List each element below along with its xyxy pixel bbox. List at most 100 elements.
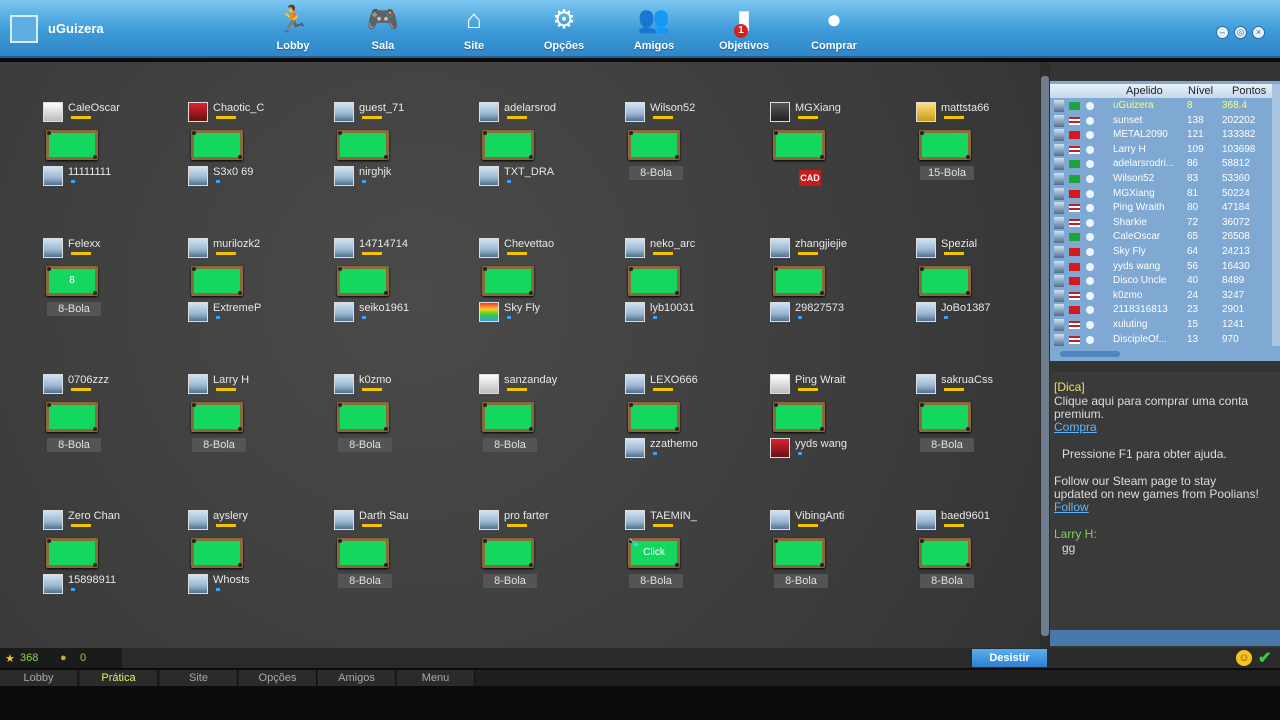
pool-table[interactable]: 8 — [46, 266, 98, 296]
ranking-row[interactable]: DiscipleOf... 13 970 — [1050, 333, 1272, 347]
pool-table[interactable] — [773, 402, 825, 432]
pool-table[interactable] — [773, 538, 825, 568]
tables-scrollbar[interactable] — [1040, 62, 1050, 648]
avatar[interactable] — [334, 374, 354, 394]
ranking-row[interactable]: Disco Uncle 40 8489 — [1050, 274, 1272, 288]
ranking-row[interactable]: Sky Fly 64 24213 — [1050, 245, 1272, 259]
avatar[interactable] — [479, 238, 499, 258]
avatar[interactable] — [625, 302, 645, 322]
pool-table[interactable] — [482, 538, 534, 568]
desistir-button[interactable]: Desistir — [972, 649, 1047, 667]
pool-table[interactable] — [191, 538, 243, 568]
player-top[interactable]: zhangjiejie — [770, 238, 890, 262]
ranking-scrollbar[interactable] — [1272, 84, 1280, 346]
avatar[interactable] — [770, 510, 790, 530]
avatar[interactable] — [479, 374, 499, 394]
pool-table[interactable] — [628, 130, 680, 160]
player-top[interactable]: 14714714 — [334, 238, 454, 262]
player-bottom[interactable]: zzathemo — [625, 438, 745, 462]
avatar[interactable] — [188, 574, 208, 594]
pool-table[interactable] — [773, 130, 825, 160]
avatar[interactable] — [625, 238, 645, 258]
ranking-row[interactable]: MGXiang 81 50224 — [1050, 187, 1272, 201]
pool-table[interactable] — [337, 266, 389, 296]
col-nivel[interactable]: Nível — [1188, 85, 1213, 97]
player-top[interactable]: Chevettao — [479, 238, 599, 262]
ranking-row[interactable]: METAL2090 121 133382 — [1050, 128, 1272, 142]
pool-table[interactable] — [46, 402, 98, 432]
check-icon[interactable]: ✔ — [1258, 648, 1271, 668]
avatar[interactable] — [916, 510, 936, 530]
avatar[interactable] — [625, 102, 645, 122]
chat-input[interactable] — [1050, 630, 1280, 646]
player-top[interactable]: VibingAnti — [770, 510, 890, 534]
pool-table[interactable] — [919, 130, 971, 160]
pool-table[interactable] — [919, 538, 971, 568]
tables-scroll-thumb[interactable] — [1041, 76, 1049, 636]
avatar[interactable] — [334, 102, 354, 122]
nav-amigos[interactable]: 👥 Amigos — [614, 2, 694, 56]
pool-table[interactable] — [482, 266, 534, 296]
pool-table[interactable] — [628, 402, 680, 432]
avatar[interactable] — [916, 374, 936, 394]
ranking-row[interactable]: yyds wang 56 16430 — [1050, 260, 1272, 274]
player-top[interactable]: Zero Chan — [43, 510, 163, 534]
pool-table[interactable] — [191, 402, 243, 432]
chat-tip-link[interactable]: Compra — [1054, 420, 1097, 434]
player-bottom[interactable]: seiko1961 — [334, 302, 454, 326]
player-bottom[interactable]: lyb10031 — [625, 302, 745, 326]
minimize-icon[interactable]: – — [1216, 26, 1229, 39]
col-apelido[interactable]: Apelido — [1126, 85, 1163, 97]
player-top[interactable]: mattsta66 — [916, 102, 1036, 126]
player-top[interactable]: Felexx — [43, 238, 163, 262]
pool-table[interactable] — [46, 130, 98, 160]
ranking-row[interactable]: adelarsrodri... 86 58812 — [1050, 157, 1272, 171]
player-top[interactable]: sakruaCss — [916, 374, 1036, 398]
ranking-row[interactable]: Ping Wraith 80 47184 — [1050, 201, 1272, 215]
avatar[interactable] — [479, 166, 499, 186]
tab-lobby[interactable]: Lobby — [0, 670, 78, 686]
player-bottom[interactable]: S3x0 69 — [188, 166, 308, 190]
ranking-row[interactable]: sunset 138 202202 — [1050, 114, 1272, 128]
pool-table[interactable] — [919, 402, 971, 432]
tab-pratica[interactable]: Prática — [80, 670, 158, 686]
emoji-icon[interactable]: ☺ — [1236, 650, 1252, 666]
pool-table[interactable] — [337, 402, 389, 432]
player-top[interactable]: Larry H — [188, 374, 308, 398]
pool-table[interactable] — [482, 130, 534, 160]
pool-table[interactable] — [191, 266, 243, 296]
avatar[interactable] — [43, 510, 63, 530]
player-top[interactable]: k0zmo — [334, 374, 454, 398]
nav-sala[interactable]: 🎮 Sala — [343, 2, 423, 56]
player-bottom[interactable]: Whosts — [188, 574, 308, 598]
pool-table[interactable] — [191, 130, 243, 160]
close-icon[interactable]: × — [1252, 26, 1265, 39]
avatar[interactable] — [625, 510, 645, 530]
avatar[interactable] — [188, 102, 208, 122]
avatar[interactable] — [770, 238, 790, 258]
col-pontos[interactable]: Pontos — [1232, 85, 1266, 97]
player-top[interactable]: ayslery — [188, 510, 308, 534]
ranking-row[interactable]: xuluting 15 1241 — [1050, 318, 1272, 332]
avatar[interactable] — [188, 510, 208, 530]
nav-comprar[interactable]: ● Comprar — [794, 2, 874, 56]
player-top[interactable]: pro farter — [479, 510, 599, 534]
avatar[interactable] — [43, 574, 63, 594]
nav-objetivos[interactable]: ▮ 1 Objetivos — [704, 2, 784, 56]
avatar[interactable] — [43, 238, 63, 258]
avatar[interactable] — [479, 510, 499, 530]
avatar[interactable] — [625, 374, 645, 394]
pool-table[interactable] — [482, 402, 534, 432]
player-top[interactable]: Darth Sau — [334, 510, 454, 534]
player-bottom[interactable]: JoBo1387 — [916, 302, 1036, 326]
ranking-row[interactable]: k0zmo 24 3247 — [1050, 289, 1272, 303]
player-bottom[interactable]: ExtremeP — [188, 302, 308, 326]
player-top[interactable]: CaleOscar — [43, 102, 163, 126]
tab-amigos[interactable]: Amigos — [318, 670, 396, 686]
avatar[interactable] — [43, 374, 63, 394]
nav-site[interactable]: ⌂ Site — [434, 2, 514, 56]
avatar[interactable] — [916, 302, 936, 322]
pool-table[interactable] — [46, 538, 98, 568]
player-bottom[interactable]: 29827573 — [770, 302, 890, 326]
ranking-row[interactable]: Larry H 109 103698 — [1050, 143, 1272, 157]
